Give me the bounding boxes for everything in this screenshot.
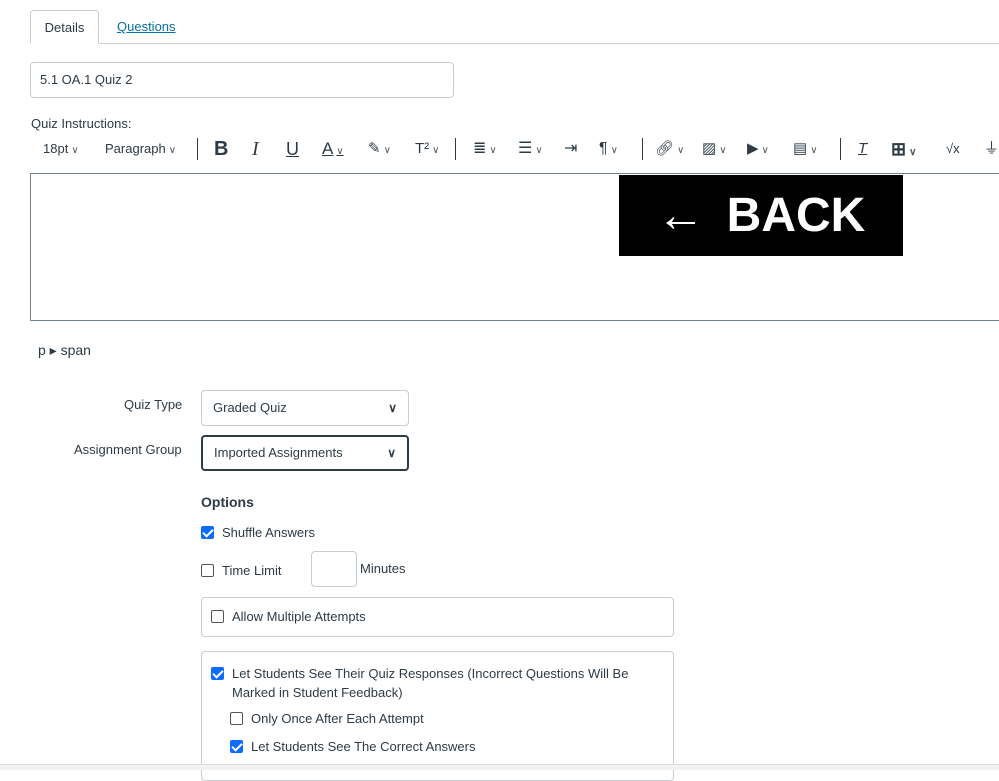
minutes-label: Minutes (360, 561, 406, 576)
italic-icon[interactable]: I (252, 138, 259, 160)
time-limit-minutes-input[interactable] (311, 551, 357, 587)
quiz-title-input[interactable]: 5.1 OA.1 Quiz 2 (30, 62, 454, 98)
see-responses-checkbox[interactable] (211, 667, 224, 680)
image-icon[interactable]: ▨ ∨ (702, 138, 727, 160)
highlight-color-icon[interactable]: ✎ ∨ (368, 138, 391, 160)
bottom-edge (0, 764, 999, 770)
multiple-attempts-option[interactable]: Allow Multiple Attempts (211, 609, 366, 624)
superscript-icon[interactable]: T² ∨ (415, 138, 440, 160)
chevron-down-icon: ∨ (71, 145, 79, 156)
tab-details[interactable]: Details (30, 10, 99, 44)
back-image-text: BACK (726, 189, 866, 242)
list-icon[interactable]: ☰ ∨ (518, 138, 543, 160)
indent-icon[interactable]: ⇥ (564, 138, 577, 160)
table-icon[interactable]: ⊞ ∨ (891, 138, 916, 160)
see-correct-answers-checkbox[interactable] (230, 740, 243, 753)
only-once-option[interactable]: Only Once After Each Attempt (230, 711, 424, 726)
block-format-value: Paragraph (105, 141, 166, 156)
see-correct-answers-option[interactable]: Let Students See The Correct Answers (230, 739, 476, 754)
underline-icon[interactable]: U (286, 138, 299, 160)
time-limit-checkbox[interactable] (201, 564, 214, 577)
shuffle-answers-option[interactable]: Shuffle Answers (201, 525, 315, 540)
chevron-down-icon: ∨ (388, 401, 397, 415)
back-image: ← BACK (619, 175, 903, 256)
options-heading: Options (201, 494, 254, 510)
chevron-down-icon: ∨ (168, 145, 177, 156)
link-icon[interactable]: 🔗︎ ∨ (655, 138, 684, 160)
only-once-checkbox[interactable] (230, 712, 243, 725)
multiple-attempts-label: Allow Multiple Attempts (232, 609, 366, 624)
instructions-label: Quiz Instructions: (31, 116, 132, 131)
multiple-attempts-checkbox[interactable] (211, 610, 224, 623)
see-responses-label: Let Students See Their Quiz Responses (I… (232, 666, 629, 700)
toolbar-separator (455, 138, 456, 160)
media-icon[interactable]: ▶ ∨ (747, 138, 769, 160)
shuffle-answers-checkbox[interactable] (201, 526, 214, 539)
text-direction-icon[interactable]: ¶ ∨ (599, 138, 618, 160)
time-limit-label: Time Limit (222, 563, 282, 578)
arrow-left-icon: ← (656, 189, 705, 242)
clear-formatting-icon[interactable]: T (858, 138, 867, 160)
plugin-icon[interactable]: ⏚ (984, 138, 999, 160)
assignment-group-label: Assignment Group (74, 442, 182, 457)
bold-icon[interactable]: B (214, 138, 228, 160)
tab-questions[interactable]: Questions (117, 19, 176, 34)
text-color-icon[interactable]: A ∨ (322, 138, 344, 160)
align-icon[interactable]: ≣ ∨ (473, 138, 497, 160)
font-size-dropdown[interactable]: 18pt ∨ (43, 138, 79, 160)
shuffle-answers-label: Shuffle Answers (222, 525, 315, 540)
chevron-down-icon: ∨ (387, 446, 396, 460)
toolbar-separator (642, 138, 643, 160)
toolbar-separator (197, 138, 198, 160)
tab-bar-divider (30, 43, 999, 44)
only-once-label: Only Once After Each Attempt (251, 711, 424, 726)
font-size-value: 18pt (43, 141, 69, 156)
block-format-dropdown[interactable]: Paragraph ∨ (105, 138, 176, 160)
see-responses-option[interactable]: Let Students See Their Quiz Responses (I… (211, 664, 651, 702)
element-path: p ▸ span (38, 342, 91, 358)
assignment-group-value: Imported Assignments (214, 445, 343, 460)
document-icon[interactable]: ▤ ∨ (793, 138, 818, 160)
assignment-group-select[interactable]: Imported Assignments ∨ (201, 435, 409, 471)
quiz-type-value: Graded Quiz (213, 400, 287, 415)
see-correct-answers-label: Let Students See The Correct Answers (251, 739, 476, 754)
toolbar-separator (840, 138, 841, 160)
superscript-glyph: T² (415, 140, 430, 157)
quiz-type-label: Quiz Type (124, 397, 183, 412)
time-limit-option[interactable]: Time Limit (201, 563, 281, 578)
quiz-type-select[interactable]: Graded Quiz ∨ (201, 390, 409, 426)
math-icon[interactable]: √x (946, 138, 960, 160)
